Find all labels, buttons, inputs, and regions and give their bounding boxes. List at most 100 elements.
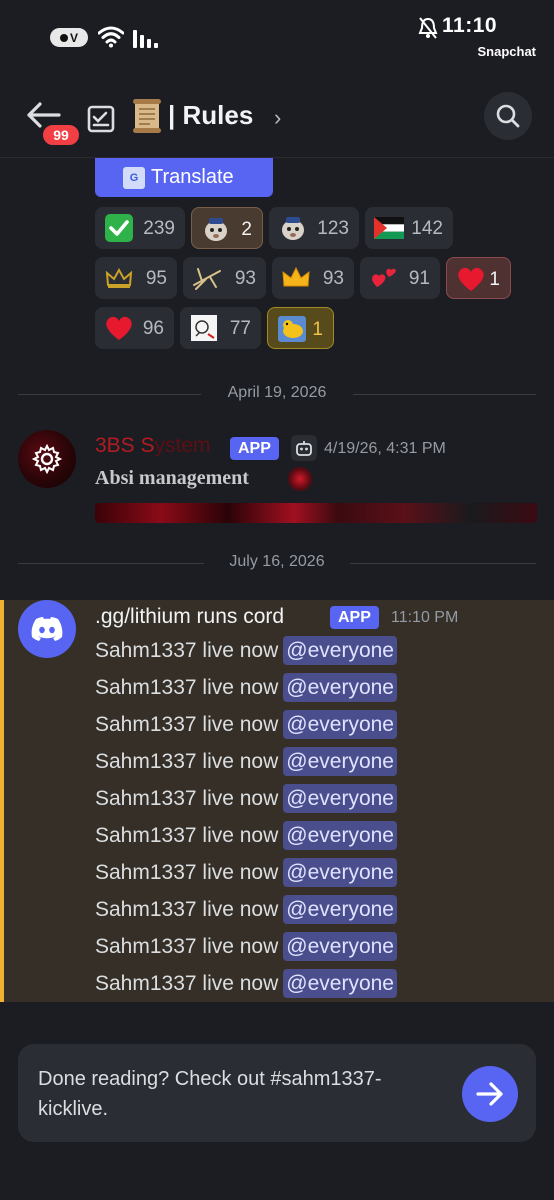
plane-icon: [191, 262, 223, 294]
everyone-mention[interactable]: @everyone: [283, 710, 397, 739]
discord-channel-screen: V 11:10 Snapchat 99 | Rules › G Translat…: [0, 0, 554, 1200]
check-mark-icon: [103, 212, 135, 244]
everyone-mention[interactable]: @everyone: [283, 747, 397, 776]
record-dot-icon: [59, 33, 68, 42]
embed-banner-image[interactable]: [95, 503, 537, 523]
date-divider: July 16, 2026: [0, 553, 554, 573]
message-text: Sahm1337 live now: [95, 638, 279, 662]
reaction-plane[interactable]: 93: [183, 257, 266, 299]
done-reading-card[interactable]: Done reading? Check out #sahm1337-kickli…: [18, 1044, 536, 1142]
rules-channel-icon: [87, 105, 115, 133]
message-text: Sahm1337 live now: [95, 823, 279, 847]
everyone-mention[interactable]: @everyone: [283, 821, 397, 850]
unread-badge: 99: [40, 122, 82, 148]
author-name-faded: ystem: [154, 434, 211, 457]
app-tag: APP: [230, 437, 279, 460]
notification-app-label[interactable]: Snapchat: [477, 44, 536, 59]
everyone-mention[interactable]: @everyone: [283, 784, 397, 813]
search-icon: [496, 104, 520, 128]
cat-meme-icon: [277, 212, 309, 244]
message-line: Sahm1337 live now @everyone: [95, 969, 397, 998]
arrow-right-icon: [476, 1082, 503, 1106]
reaction-count: 95: [145, 268, 167, 289]
google-translate-icon: G: [123, 166, 145, 189]
reaction-count: 1: [489, 269, 500, 290]
channel-header: 99 | Rules ›: [0, 74, 554, 158]
reaction-check-mark[interactable]: 239: [95, 207, 185, 249]
reaction-red-heart[interactable]: 96: [95, 307, 174, 349]
scroll-emoji-icon: [133, 99, 161, 133]
message-line: Sahm1337 live now @everyone: [95, 932, 397, 961]
reaction-crown-outline[interactable]: 95: [95, 257, 177, 299]
date-label: July 16, 2026: [229, 553, 325, 570]
discord-logo-icon: [31, 617, 63, 641]
everyone-mention[interactable]: @everyone: [283, 895, 397, 924]
message-text: Sahm1337 live now: [95, 934, 279, 958]
mute-bell-icon: [418, 17, 438, 39]
message-timestamp: 4/19/26, 4:31 PM: [324, 440, 446, 457]
message-line: Sahm1337 live now @everyone: [95, 673, 397, 702]
search-button[interactable]: [484, 92, 532, 140]
translate-label: Translate: [151, 166, 234, 188]
reaction-crown-gold[interactable]: 93: [272, 257, 354, 299]
palestine-flag-icon: [373, 212, 405, 244]
message-text: Sahm1337 live now: [95, 749, 279, 773]
reaction-hearts[interactable]: 91: [360, 257, 440, 299]
chevron-right-icon[interactable]: ›: [274, 105, 281, 131]
red-orb-emoji-icon: [288, 467, 312, 491]
avatar[interactable]: [18, 600, 76, 658]
reaction-count: 239: [143, 218, 175, 239]
message-line: Sahm1337 live now @everyone: [95, 710, 397, 739]
reaction-cat-meme[interactable]: 2: [191, 207, 263, 249]
message-author[interactable]: 3BS System: [95, 434, 211, 458]
red-heart-icon: [103, 312, 135, 344]
date-label: April 19, 2026: [227, 384, 327, 401]
reaction-count: 1: [312, 319, 323, 340]
message-body: Absi management: [95, 467, 249, 489]
signal-icon: [133, 30, 158, 48]
reaction-cat-meme-2[interactable]: 123: [269, 207, 359, 249]
message-line: Sahm1337 live now @everyone: [95, 636, 397, 665]
reaction-palestine-flag[interactable]: 142: [365, 207, 453, 249]
message-line: Sahm1337 live now @everyone: [95, 858, 397, 887]
message-timestamp: 11:10 PM: [391, 609, 459, 626]
avatar[interactable]: [18, 430, 76, 488]
reaction-count: 96: [142, 318, 164, 339]
message-line: Sahm1337 live now @everyone: [95, 747, 397, 776]
message-text: Sahm1337 live now: [95, 675, 279, 699]
everyone-mention[interactable]: @everyone: [283, 636, 397, 665]
hearts-icon: [368, 262, 400, 294]
status-bar: V 11:10 Snapchat: [0, 0, 554, 74]
channel-title[interactable]: | Rules: [168, 100, 253, 131]
everyone-mention[interactable]: @everyone: [283, 673, 397, 702]
mention-highlight-bar: [0, 600, 4, 1002]
bot-icon: [291, 435, 317, 461]
reaction-red-heart-selected[interactable]: 1: [446, 257, 511, 299]
everyone-mention[interactable]: @everyone: [283, 858, 397, 887]
gear-icon: [32, 444, 62, 474]
go-to-channel-button[interactable]: [462, 1066, 518, 1122]
everyone-mention[interactable]: @everyone: [283, 932, 397, 961]
reaction-count: 2: [241, 219, 252, 240]
author-name-main: 3BS S: [95, 434, 155, 457]
message-author[interactable]: .gg/lithium runs cord: [95, 605, 284, 629]
red-heart-icon: [455, 263, 487, 295]
crown-outline-icon: [103, 262, 135, 294]
app-tag: APP: [330, 606, 379, 629]
yellow-bird-icon: [276, 313, 308, 345]
reaction-count: 142: [411, 218, 443, 239]
message-text: Sahm1337 live now: [95, 971, 279, 995]
everyone-mention[interactable]: @everyone: [283, 969, 397, 998]
reaction-sticker-sketch[interactable]: 77: [180, 307, 261, 349]
reaction-count: 93: [322, 268, 344, 289]
pill-label: V: [69, 30, 78, 45]
translate-button[interactable]: G Translate: [95, 158, 273, 197]
message-line: Sahm1337 live now @everyone: [95, 895, 397, 924]
reaction-yellow-bird-selected[interactable]: 1: [267, 307, 334, 349]
date-divider: April 19, 2026: [0, 384, 554, 404]
reaction-count: 123: [317, 218, 349, 239]
sketch-sticker-icon: [188, 312, 220, 344]
status-clock: 11:10: [442, 14, 498, 37]
crown-gold-icon: [280, 262, 312, 294]
message-text: Sahm1337 live now: [95, 860, 279, 884]
